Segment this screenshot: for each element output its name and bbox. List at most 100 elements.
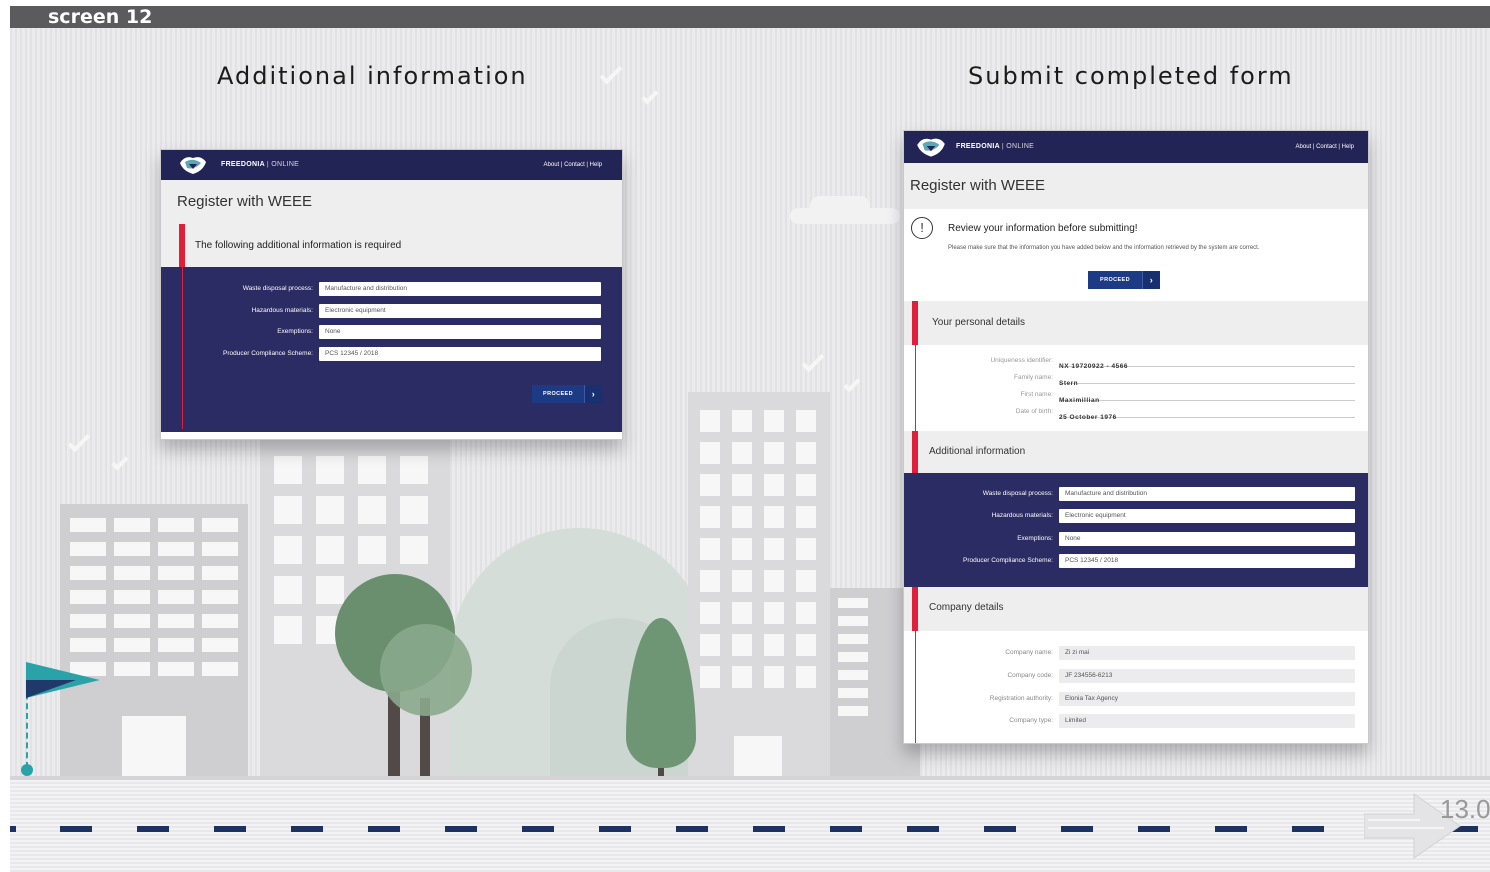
building-window xyxy=(838,688,868,698)
header-links[interactable]: About | Contact | Help xyxy=(544,150,602,180)
building-window xyxy=(274,456,302,484)
red-accent-bar xyxy=(912,301,918,345)
building-window xyxy=(158,638,194,652)
building-window xyxy=(202,542,238,556)
left-app-window: FREEDONIA | ONLINE About | Contact | Hel… xyxy=(160,149,623,440)
building-window xyxy=(114,614,150,628)
building-window xyxy=(796,538,816,560)
proceed-label: PROCEED xyxy=(543,391,573,397)
field-row: Producer Compliance Scheme: PCS 12345 / … xyxy=(963,554,1355,568)
road-dash xyxy=(830,826,862,832)
road-dash xyxy=(522,826,554,832)
flag-base-dot xyxy=(21,764,33,776)
building-window xyxy=(400,496,428,524)
building-window xyxy=(114,542,150,556)
field-label: Hazardous materials: xyxy=(991,512,1053,519)
slide-top-bar: screen 12 xyxy=(10,6,1490,28)
detail-row: Date of birth: 25 October 1976 xyxy=(1016,406,1355,421)
field-row: Exemptions: None xyxy=(1017,532,1355,546)
building-window xyxy=(700,410,720,432)
building-window xyxy=(202,638,238,652)
page-number: 13.0 xyxy=(1440,794,1490,824)
building-window xyxy=(70,518,106,532)
hazardous-materials-input[interactable]: Electronic equipment xyxy=(319,304,601,318)
building-window xyxy=(70,566,106,580)
building-window xyxy=(732,474,752,496)
road-dash xyxy=(1292,826,1324,832)
freedonia-logo-icon[interactable] xyxy=(177,154,209,176)
proceed-button[interactable]: PROCEED › xyxy=(1088,271,1160,289)
red-accent-line xyxy=(915,631,916,743)
building-window xyxy=(400,456,428,484)
building-window xyxy=(316,456,344,484)
date-of-birth-value: 25 October 1976 xyxy=(1059,414,1117,421)
compliance-scheme-input[interactable]: PCS 12345 / 2018 xyxy=(1059,554,1355,568)
waste-disposal-input[interactable]: Manufacture and distribution xyxy=(1059,487,1355,501)
company-details: Company name: Zi zi mai Company code: JF… xyxy=(904,631,1368,743)
exemptions-input[interactable]: None xyxy=(319,325,601,339)
checkmark-icon xyxy=(801,349,825,373)
page-title: Register with WEEE xyxy=(904,163,1368,209)
road-dash xyxy=(1138,826,1170,832)
building-window xyxy=(838,598,868,608)
building-window xyxy=(732,506,752,528)
company-type-input[interactable]: Limited xyxy=(1059,714,1355,728)
detail-label: First name: xyxy=(1020,391,1053,398)
road-dash xyxy=(60,826,92,832)
detail-label: Family name: xyxy=(1013,374,1053,381)
building-window xyxy=(158,590,194,604)
freedonia-logo-icon[interactable] xyxy=(914,135,948,159)
field-label: Exemptions: xyxy=(277,328,313,335)
building-window xyxy=(400,536,428,564)
exemptions-input[interactable]: None xyxy=(1059,532,1355,546)
waste-disposal-input[interactable]: Manufacture and distribution xyxy=(319,282,601,296)
registration-authority-input[interactable]: Elonia Tax Agency xyxy=(1059,692,1355,706)
personal-section-header: Your personal details xyxy=(904,301,1368,345)
building-window xyxy=(732,570,752,592)
warning-circle-icon: ! xyxy=(911,217,933,239)
building-window xyxy=(274,576,302,604)
building-window xyxy=(316,536,344,564)
red-accent-line xyxy=(182,267,183,429)
company-name-input[interactable]: Zi zi mai xyxy=(1059,646,1355,660)
building-window xyxy=(358,496,386,524)
building-window xyxy=(764,410,784,432)
building-window xyxy=(796,570,816,592)
building-window xyxy=(202,614,238,628)
building-window xyxy=(700,570,720,592)
compliance-scheme-input[interactable]: PCS 12345 / 2018 xyxy=(319,347,601,361)
company-code-input[interactable]: JF 234556-6213 xyxy=(1059,669,1355,683)
field-label: Company name: xyxy=(1005,649,1053,656)
building-window xyxy=(70,614,106,628)
detail-label: Date of birth: xyxy=(1015,408,1053,415)
additional-form: Waste disposal process: Manufacture and … xyxy=(904,473,1368,587)
red-accent-bar xyxy=(912,587,918,631)
building-window xyxy=(114,518,150,532)
app-header: FREEDONIA | ONLINE About | Contact | Hel… xyxy=(904,131,1368,163)
building-window xyxy=(764,506,784,528)
review-band: ! Review your information before submitt… xyxy=(904,209,1368,301)
building-window xyxy=(70,638,106,652)
building-left xyxy=(60,504,248,776)
uniqueness-identifier-value: NX 19720922 - 4566 xyxy=(1059,363,1128,370)
building-window xyxy=(732,410,752,432)
building-door xyxy=(734,736,782,776)
header-links[interactable]: About | Contact | Help xyxy=(1296,131,1354,163)
field-label: Producer Compliance Scheme: xyxy=(223,350,313,357)
building-window xyxy=(764,538,784,560)
company-section-header: Company details xyxy=(904,587,1368,631)
field-row: Company name: Zi zi mai xyxy=(1005,646,1355,660)
detail-row: First name: Maximillian xyxy=(1020,389,1355,404)
proceed-button[interactable]: PROCEED › xyxy=(532,385,602,403)
building-window xyxy=(764,634,784,656)
right-heading: Submit completed form xyxy=(968,62,1294,90)
left-heading: Additional information xyxy=(217,62,528,90)
building-window xyxy=(764,474,784,496)
checkmark-icon xyxy=(843,375,861,393)
building-window xyxy=(358,536,386,564)
hazardous-materials-input[interactable]: Electronic equipment xyxy=(1059,509,1355,523)
building-window xyxy=(796,506,816,528)
building-window xyxy=(764,570,784,592)
field-row: Waste disposal process: Manufacture and … xyxy=(983,487,1355,501)
road-dash xyxy=(1061,826,1093,832)
